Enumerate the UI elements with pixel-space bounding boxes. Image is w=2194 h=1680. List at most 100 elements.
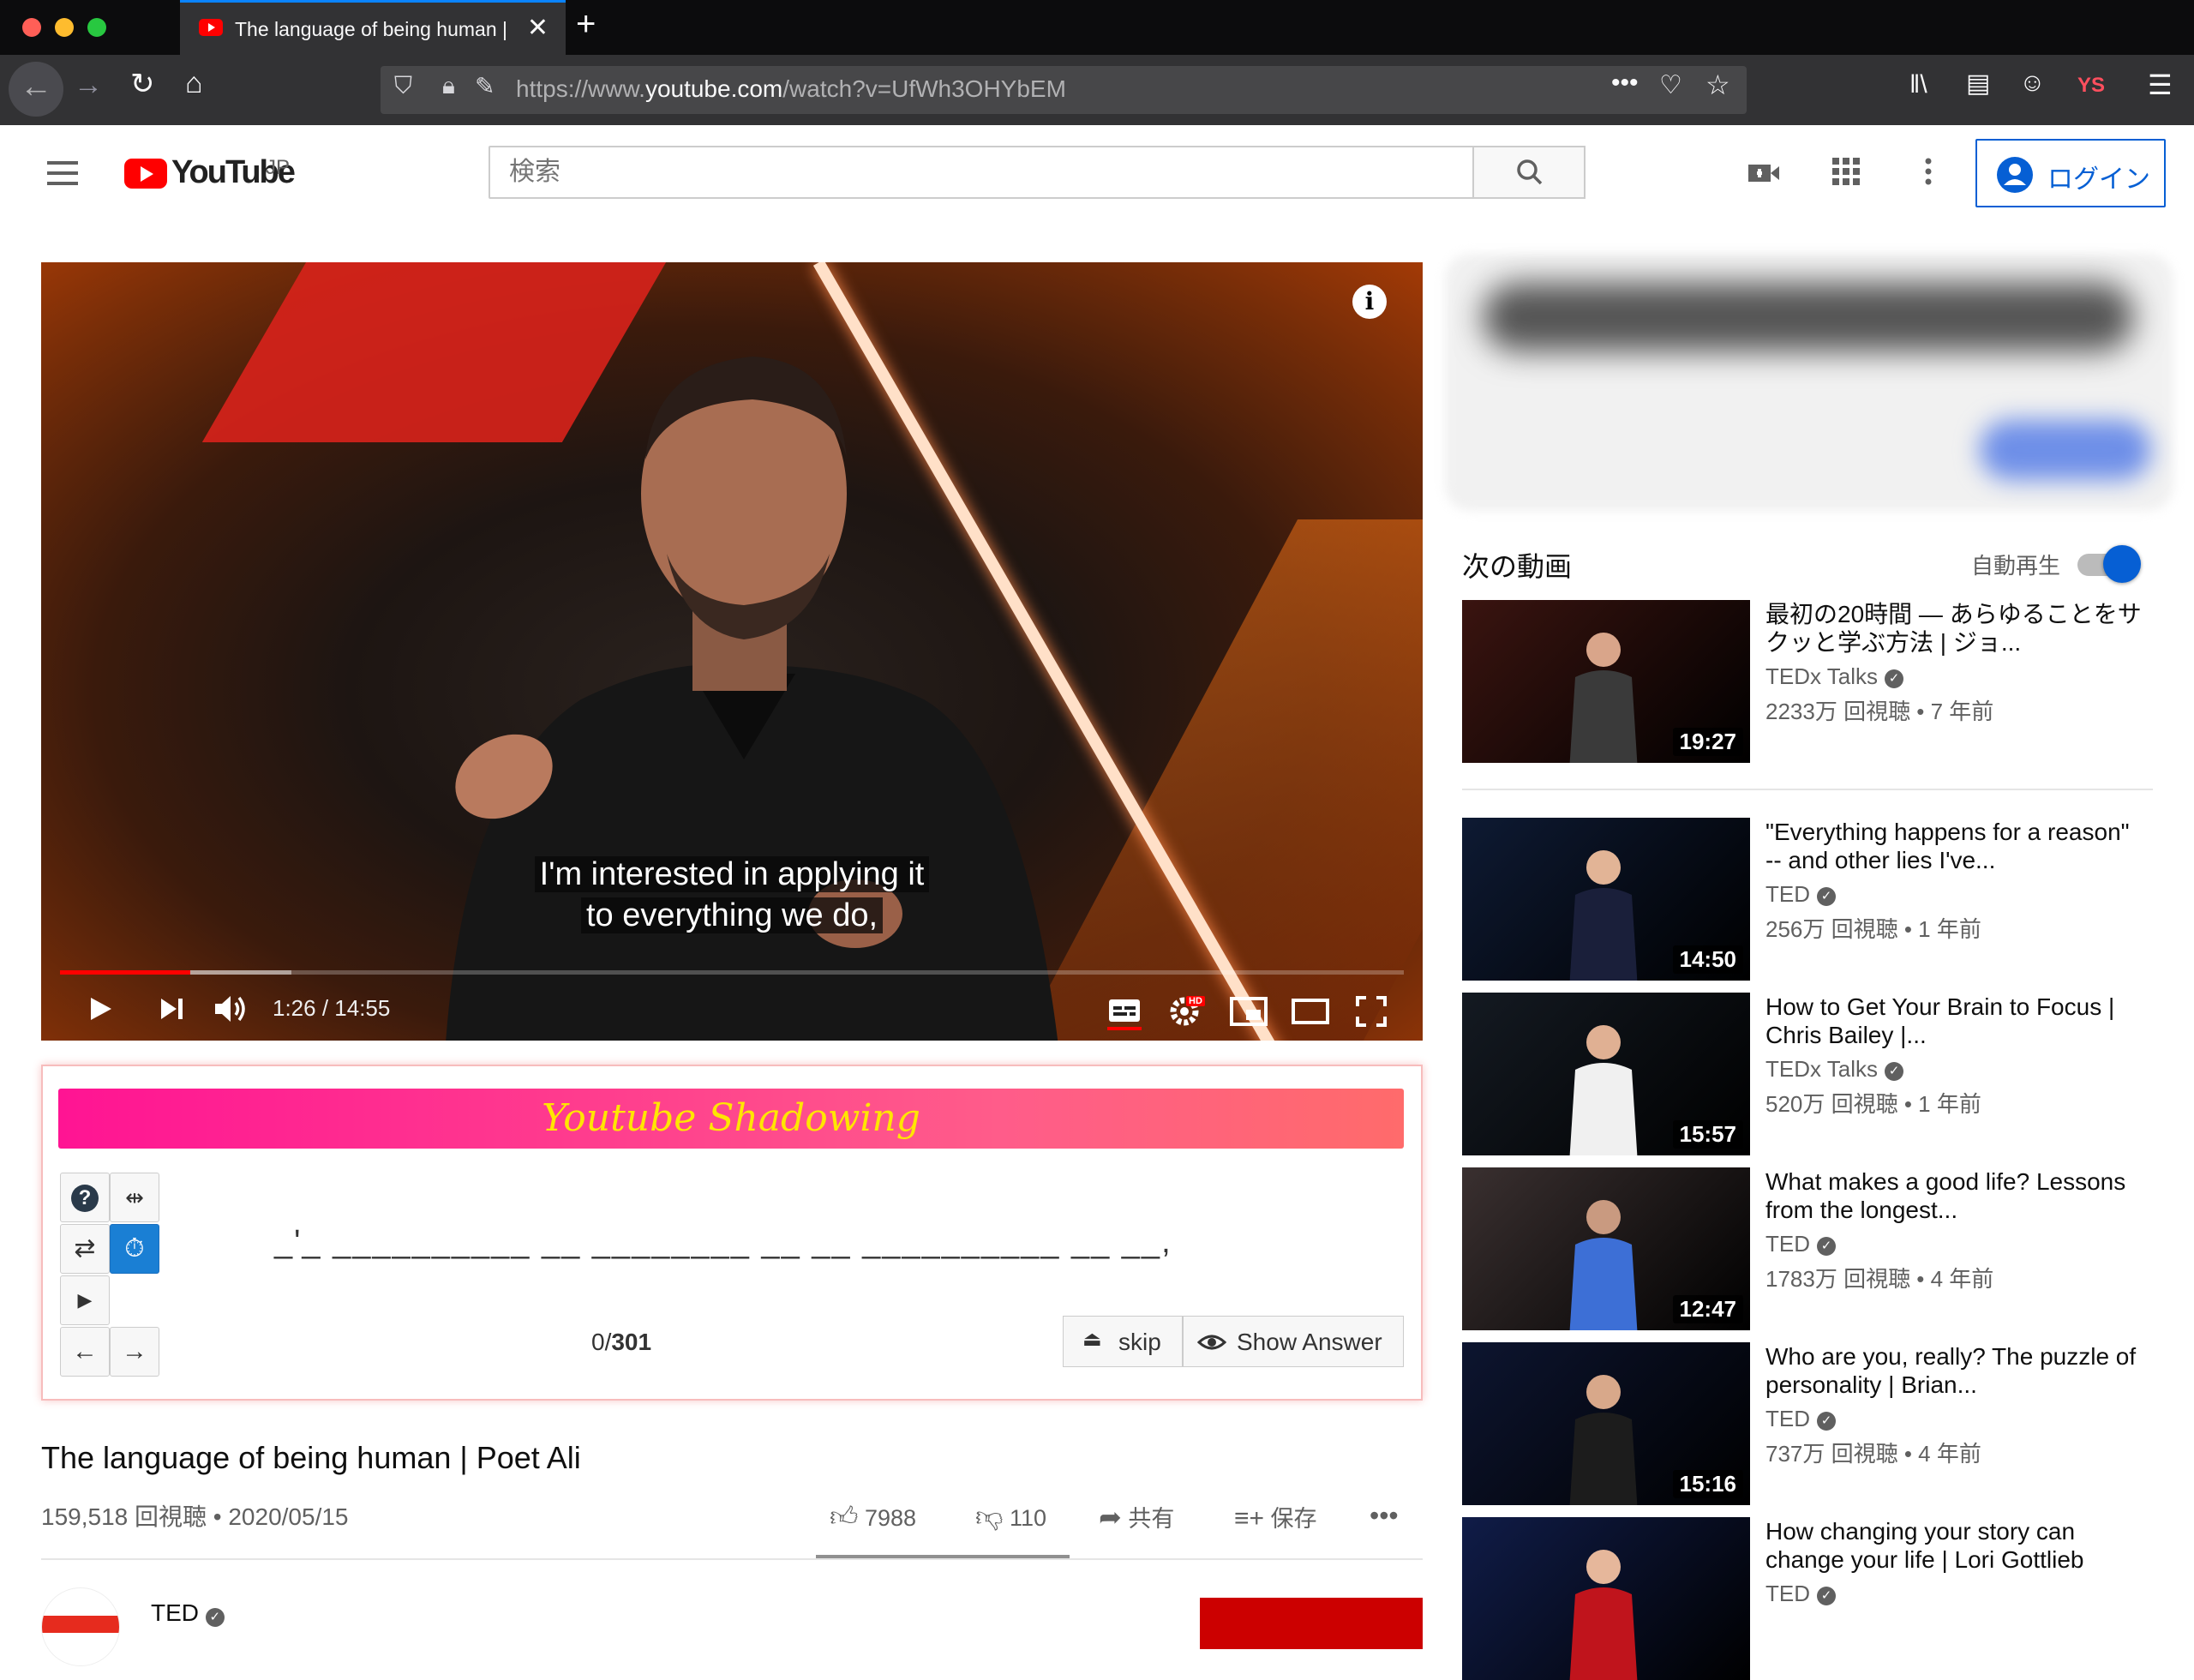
recommendation-item[interactable]: How changing your story can change your … xyxy=(1462,1517,2179,1680)
tab-close-icon[interactable]: ✕ xyxy=(527,13,548,43)
next-segment-button[interactable]: → xyxy=(110,1327,159,1377)
search-button[interactable] xyxy=(1472,146,1586,199)
recommendation-title[interactable]: How to Get Your Brain to Focus | Chris B… xyxy=(1765,993,2143,1049)
share-label: 共有 xyxy=(1128,1506,1175,1532)
recommendation-item[interactable]: 15:57 How to Get Your Brain to Focus | Ch… xyxy=(1462,993,2179,1155)
create-video-icon[interactable] xyxy=(1745,154,1783,196)
channel-avatar[interactable] xyxy=(41,1587,120,1666)
recommendation-title[interactable]: What makes a good life? Lessons from the… xyxy=(1765,1167,2143,1224)
captions-icon[interactable] xyxy=(1107,998,1142,1032)
recommendation-title[interactable]: Who are you, really? The puzzle of perso… xyxy=(1765,1342,2143,1399)
recommendation-meta: 737万 回視聴 • 4 年前 xyxy=(1765,1441,1981,1467)
pocket-icon[interactable]: ♡ xyxy=(1659,70,1682,100)
arrow-right-icon: → xyxy=(122,1337,147,1365)
play-icon[interactable] xyxy=(86,994,115,1023)
share-button[interactable]: ➦ 共有 xyxy=(1099,1500,1174,1533)
channel-name[interactable]: TED ✓ xyxy=(151,1599,225,1627)
play-segment-button[interactable]: ▶ xyxy=(60,1275,110,1325)
forward-button[interactable]: → xyxy=(74,69,103,102)
video-title: The language of being human | Poet Ali xyxy=(41,1440,581,1475)
account-icon[interactable]: ☺ xyxy=(2019,69,2046,98)
settings-more-icon[interactable] xyxy=(1920,154,1937,193)
theater-icon[interactable] xyxy=(1291,998,1330,1025)
recommendation-title[interactable]: How changing your story can change your … xyxy=(1765,1517,2143,1574)
thumbnail-figure xyxy=(1569,1200,1638,1330)
verified-icon: ✓ xyxy=(1885,669,1903,688)
expand-button[interactable]: ⇹ xyxy=(110,1173,159,1222)
apps-grid-icon[interactable] xyxy=(1829,154,1863,193)
recommendation-channel[interactable]: TED ✓ xyxy=(1765,1581,1836,1607)
new-tab-button[interactable]: + xyxy=(576,5,596,44)
next-icon[interactable] xyxy=(158,996,187,1022)
recommendation-title[interactable]: 最初の20時間 — あらゆることをサクッと学ぶ方法 | ジョ... xyxy=(1765,600,2143,657)
progress-current: 0/ xyxy=(591,1329,612,1355)
home-button[interactable]: ⌂ xyxy=(185,67,203,100)
recommendation-channel[interactable]: TED ✓ xyxy=(1765,881,1836,908)
help-button[interactable]: ? xyxy=(60,1173,110,1222)
arrow-left-icon: ← xyxy=(72,1337,98,1365)
recommendation-channel-name: TEDx Talks xyxy=(1765,1056,1878,1082)
back-button[interactable] xyxy=(9,62,63,117)
recommendation-channel[interactable]: TED ✓ xyxy=(1765,1406,1836,1432)
login-button[interactable]: ログイン xyxy=(1975,139,2166,207)
eject-icon: ⏏ xyxy=(1082,1328,1102,1351)
video-thumbnail[interactable] xyxy=(1462,1517,1750,1680)
verified-icon: ✓ xyxy=(1817,1237,1836,1256)
recommendation-channel[interactable]: TED ✓ xyxy=(1765,1231,1836,1257)
video-thumbnail[interactable]: 15:16 xyxy=(1462,1342,1750,1505)
timer-button[interactable]: ⏱︎ xyxy=(110,1224,159,1274)
save-button[interactable]: ≡+ 保存 xyxy=(1234,1500,1317,1533)
recommendation-item[interactable]: 12:47 What makes a good life? Lessons fro… xyxy=(1462,1167,2179,1330)
miniplayer-icon[interactable] xyxy=(1229,996,1268,1027)
profile-extension-icon[interactable]: YS xyxy=(2077,74,2105,98)
autoplay-blocked-icon[interactable]: ✎ xyxy=(475,72,495,100)
youtube-logo-icon[interactable] xyxy=(124,159,167,189)
recommendation-item[interactable]: 14:50 "Everything happens for a reason" -… xyxy=(1462,818,2179,981)
url-text[interactable]: https://www.youtube.com/watch?v=UfWh3OHY… xyxy=(516,75,1066,103)
recommendation-channel[interactable]: TEDx Talks ✓ xyxy=(1765,1056,1903,1083)
minimize-window-button[interactable] xyxy=(55,18,74,37)
sidebar-icon[interactable]: ▤ xyxy=(1966,69,1990,99)
volume-icon[interactable] xyxy=(213,993,250,1025)
video-thumbnail[interactable]: 15:57 xyxy=(1462,993,1750,1155)
fullscreen-icon[interactable] xyxy=(1354,994,1388,1029)
recommendation-item[interactable]: 19:27 最初の20時間 — あらゆることをサクッと学ぶ方法 | ジョ... TE… xyxy=(1462,600,2179,763)
show-answer-button[interactable]: Show Answer xyxy=(1183,1316,1404,1367)
like-button[interactable]: 👍︎ 7988 xyxy=(830,1500,916,1533)
maximize-window-button[interactable] xyxy=(87,18,106,37)
menu-icon[interactable]: ☰ xyxy=(2148,69,2173,101)
url-prefix: https://www. xyxy=(516,75,645,102)
bookmark-star-icon[interactable]: ☆ xyxy=(1705,69,1730,101)
guide-menu-icon[interactable] xyxy=(41,156,84,190)
reload-button[interactable]: ↻ xyxy=(130,67,155,101)
blurred-ad-button[interactable] xyxy=(1980,420,2151,480)
skip-button[interactable]: ⏏ skip xyxy=(1063,1316,1183,1367)
close-window-button[interactable] xyxy=(22,18,41,37)
previous-segment-button[interactable]: ← xyxy=(60,1327,110,1377)
library-icon[interactable]: ‖\ xyxy=(1909,70,1927,99)
more-actions-icon[interactable]: ••• xyxy=(1370,1500,1399,1532)
repeat-button[interactable]: ⇄ xyxy=(60,1224,110,1274)
page-actions-icon[interactable]: ••• xyxy=(1611,69,1639,98)
recommendation-channel[interactable]: TEDx Talks ✓ xyxy=(1765,663,1903,690)
recommendation-channel-name: TED xyxy=(1765,1406,1810,1431)
video-thumbnail[interactable]: 14:50 xyxy=(1462,818,1750,981)
video-thumbnail[interactable]: 12:47 xyxy=(1462,1167,1750,1330)
recommendation-title[interactable]: "Everything happens for a reason" -- and… xyxy=(1765,818,2143,874)
info-icon[interactable]: i xyxy=(1352,285,1387,319)
browser-tab-active[interactable]: The language of being human | ✕ xyxy=(180,0,566,55)
autoplay-toggle-knob[interactable] xyxy=(2103,545,2141,583)
search-input[interactable] xyxy=(489,146,1474,199)
video-duration: 15:57 xyxy=(1672,1120,1743,1149)
dislike-button[interactable]: 👎︎ 110 xyxy=(975,1500,1046,1533)
sentiment-bar xyxy=(816,1555,1070,1558)
lock-icon[interactable]: 🔒︎ xyxy=(442,72,455,100)
recommendation-item[interactable]: 15:16 Who are you, really? The puzzle of … xyxy=(1462,1342,2179,1505)
progress-played xyxy=(60,970,191,975)
shield-icon[interactable]: ⛉ xyxy=(394,72,412,100)
video-thumbnail[interactable]: 19:27 xyxy=(1462,600,1750,763)
subscribe-button[interactable] xyxy=(1200,1598,1423,1649)
thumbnail-figure xyxy=(1569,633,1638,763)
recommendation-meta: 2233万 回視聴 • 7 年前 xyxy=(1765,699,1994,724)
video-player[interactable]: i I'm interested in applying it to every… xyxy=(41,262,1423,1041)
